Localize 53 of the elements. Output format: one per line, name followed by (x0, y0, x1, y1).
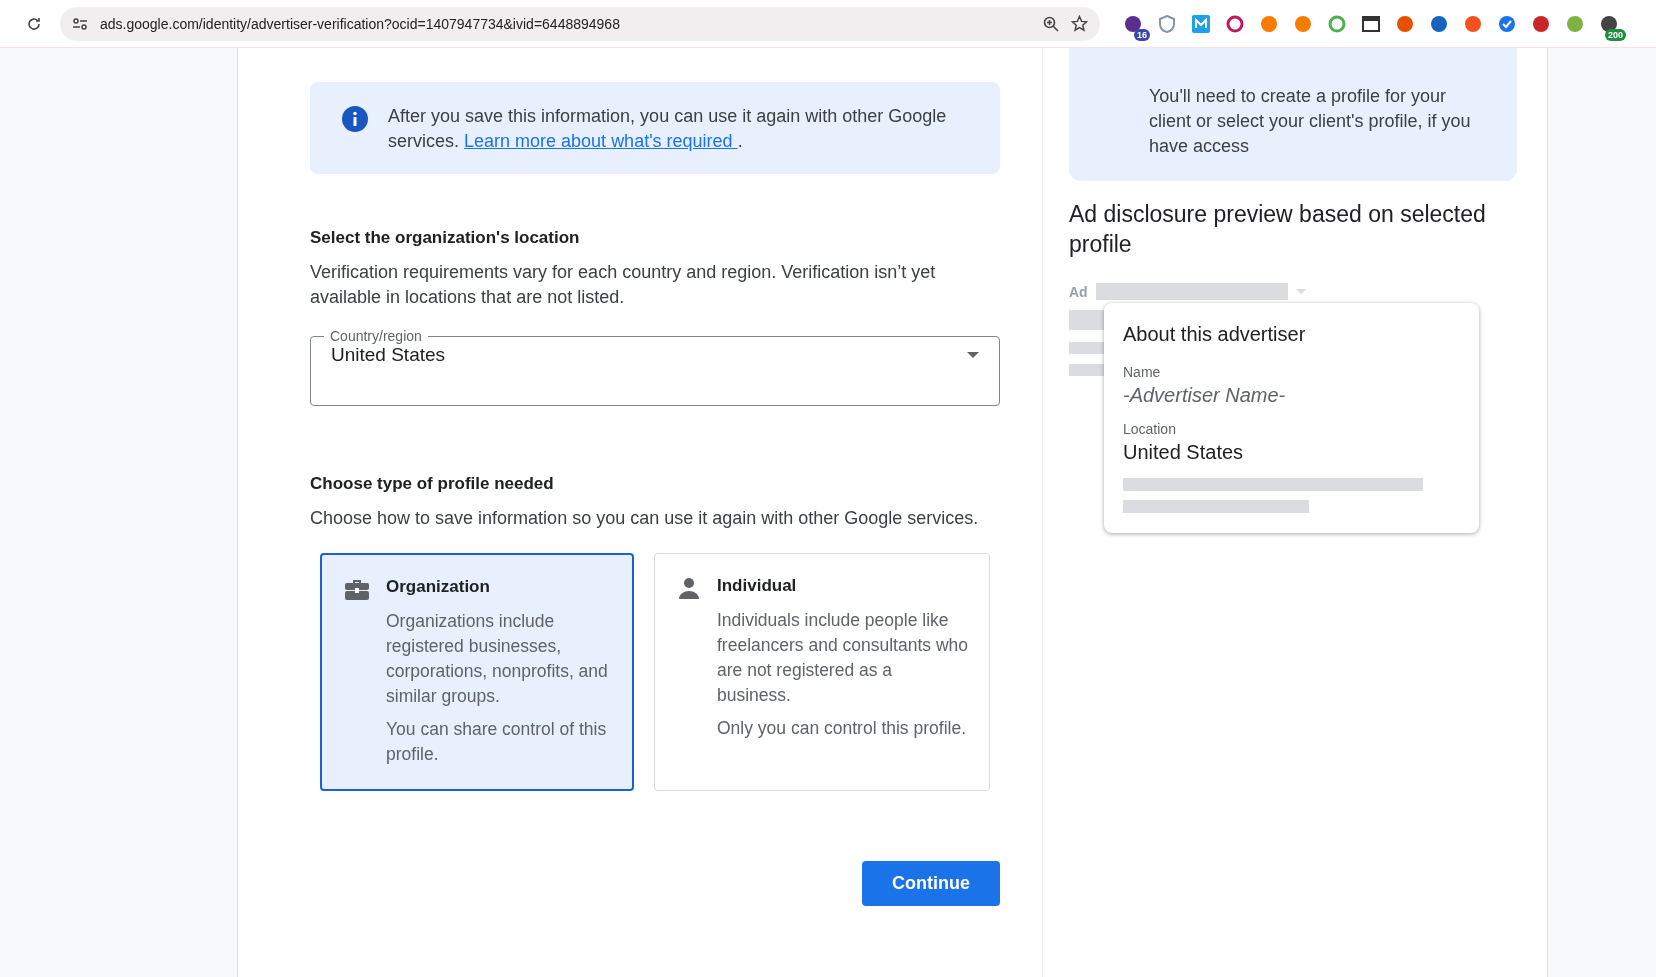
check-icon (1498, 14, 1516, 33)
shield-icon (1158, 14, 1176, 33)
square-icon (1192, 14, 1210, 33)
info-text: After you save this information, you can use it again with other Google services. Learn more about what's required . (388, 105, 948, 153)
extension-icon (1566, 14, 1584, 33)
section-description: Verification requirements vary for each country and region. Verification isn’t yet available in locations that are not listed. (310, 261, 937, 309)
extension-icon (1396, 14, 1414, 33)
continue-button[interactable]: Continue (862, 861, 1000, 906)
country-select[interactable]: Country/region United States (310, 328, 1000, 406)
person-icon (677, 576, 701, 600)
section-description: Choose how to save information so you can use it again with other Google services. (310, 507, 980, 530)
option-title: Individual (717, 576, 798, 596)
notice-text: You'll need to create a profile for your client or select your client's profile, if you have access (1149, 85, 1472, 158)
extension-icon (1294, 14, 1312, 33)
option-note: You can share control of this profile. (386, 718, 608, 766)
extension-icon (1464, 14, 1482, 33)
ring-icon (1226, 14, 1244, 33)
location-label: Location (1123, 421, 1177, 437)
option-description: Individuals include people like freelancers and consultants who are not registered as a business. (717, 609, 969, 707)
profile-option[interactable]: Individual Individuals include people like freelancers and consultants who are not registered as a business. Only you can control this profile. (654, 553, 990, 791)
extension-badge: 200 (1604, 28, 1626, 41)
field-label: Country/region (329, 328, 423, 344)
extension-badge: 16 (1134, 28, 1150, 41)
window-icon (1362, 14, 1380, 33)
profile-option[interactable]: Organization Organizations include registered businesses, corporations, nonprofits, and similar groups. You can share control of this profile. (320, 553, 634, 791)
option-description: Organizations include registered businesses, corporations, nonprofits, and similar groups. (386, 610, 609, 708)
caret-icon (1295, 289, 1306, 294)
option-note: Only you can control this profile. (717, 717, 967, 740)
extension-icon (1260, 14, 1278, 33)
section-heading: Select the organization's location (310, 228, 581, 248)
section-heading: Choose type of profile needed (310, 474, 555, 494)
star-icon[interactable] (1071, 15, 1088, 32)
url-text: ads.google.com/identity/advertiser-verification?ocid=1407947734&ivid=6448894968 (100, 15, 621, 32)
address-bar[interactable]: ads.google.com/identity/advertiser-verification?ocid=1407947734&ivid=6448894968 (60, 6, 1100, 41)
ad-label: Ad (1069, 283, 1088, 300)
site-settings-icon[interactable] (72, 15, 88, 32)
popup-title: About this advertiser (1123, 323, 1307, 346)
info-icon (342, 106, 368, 132)
learn-more-link[interactable]: Learn more about what's required (464, 131, 738, 151)
name-label: Name (1123, 364, 1162, 380)
preview-heading: Ad disclosure preview based on selected profile (1069, 200, 1487, 259)
ring-icon (1328, 14, 1346, 33)
extension-icon (1532, 14, 1550, 33)
briefcase-icon (344, 577, 370, 601)
extension-icon (1430, 14, 1448, 33)
location-value: United States (1123, 441, 1245, 464)
name-value: -Advertiser Name- (1123, 384, 1287, 407)
zoom-icon[interactable] (1043, 15, 1059, 32)
option-title: Organization (386, 577, 491, 597)
extension-icon (1600, 14, 1618, 33)
extension-icon (1124, 14, 1142, 33)
dropdown-caret-icon (967, 352, 979, 358)
field-value: United States (331, 344, 447, 366)
